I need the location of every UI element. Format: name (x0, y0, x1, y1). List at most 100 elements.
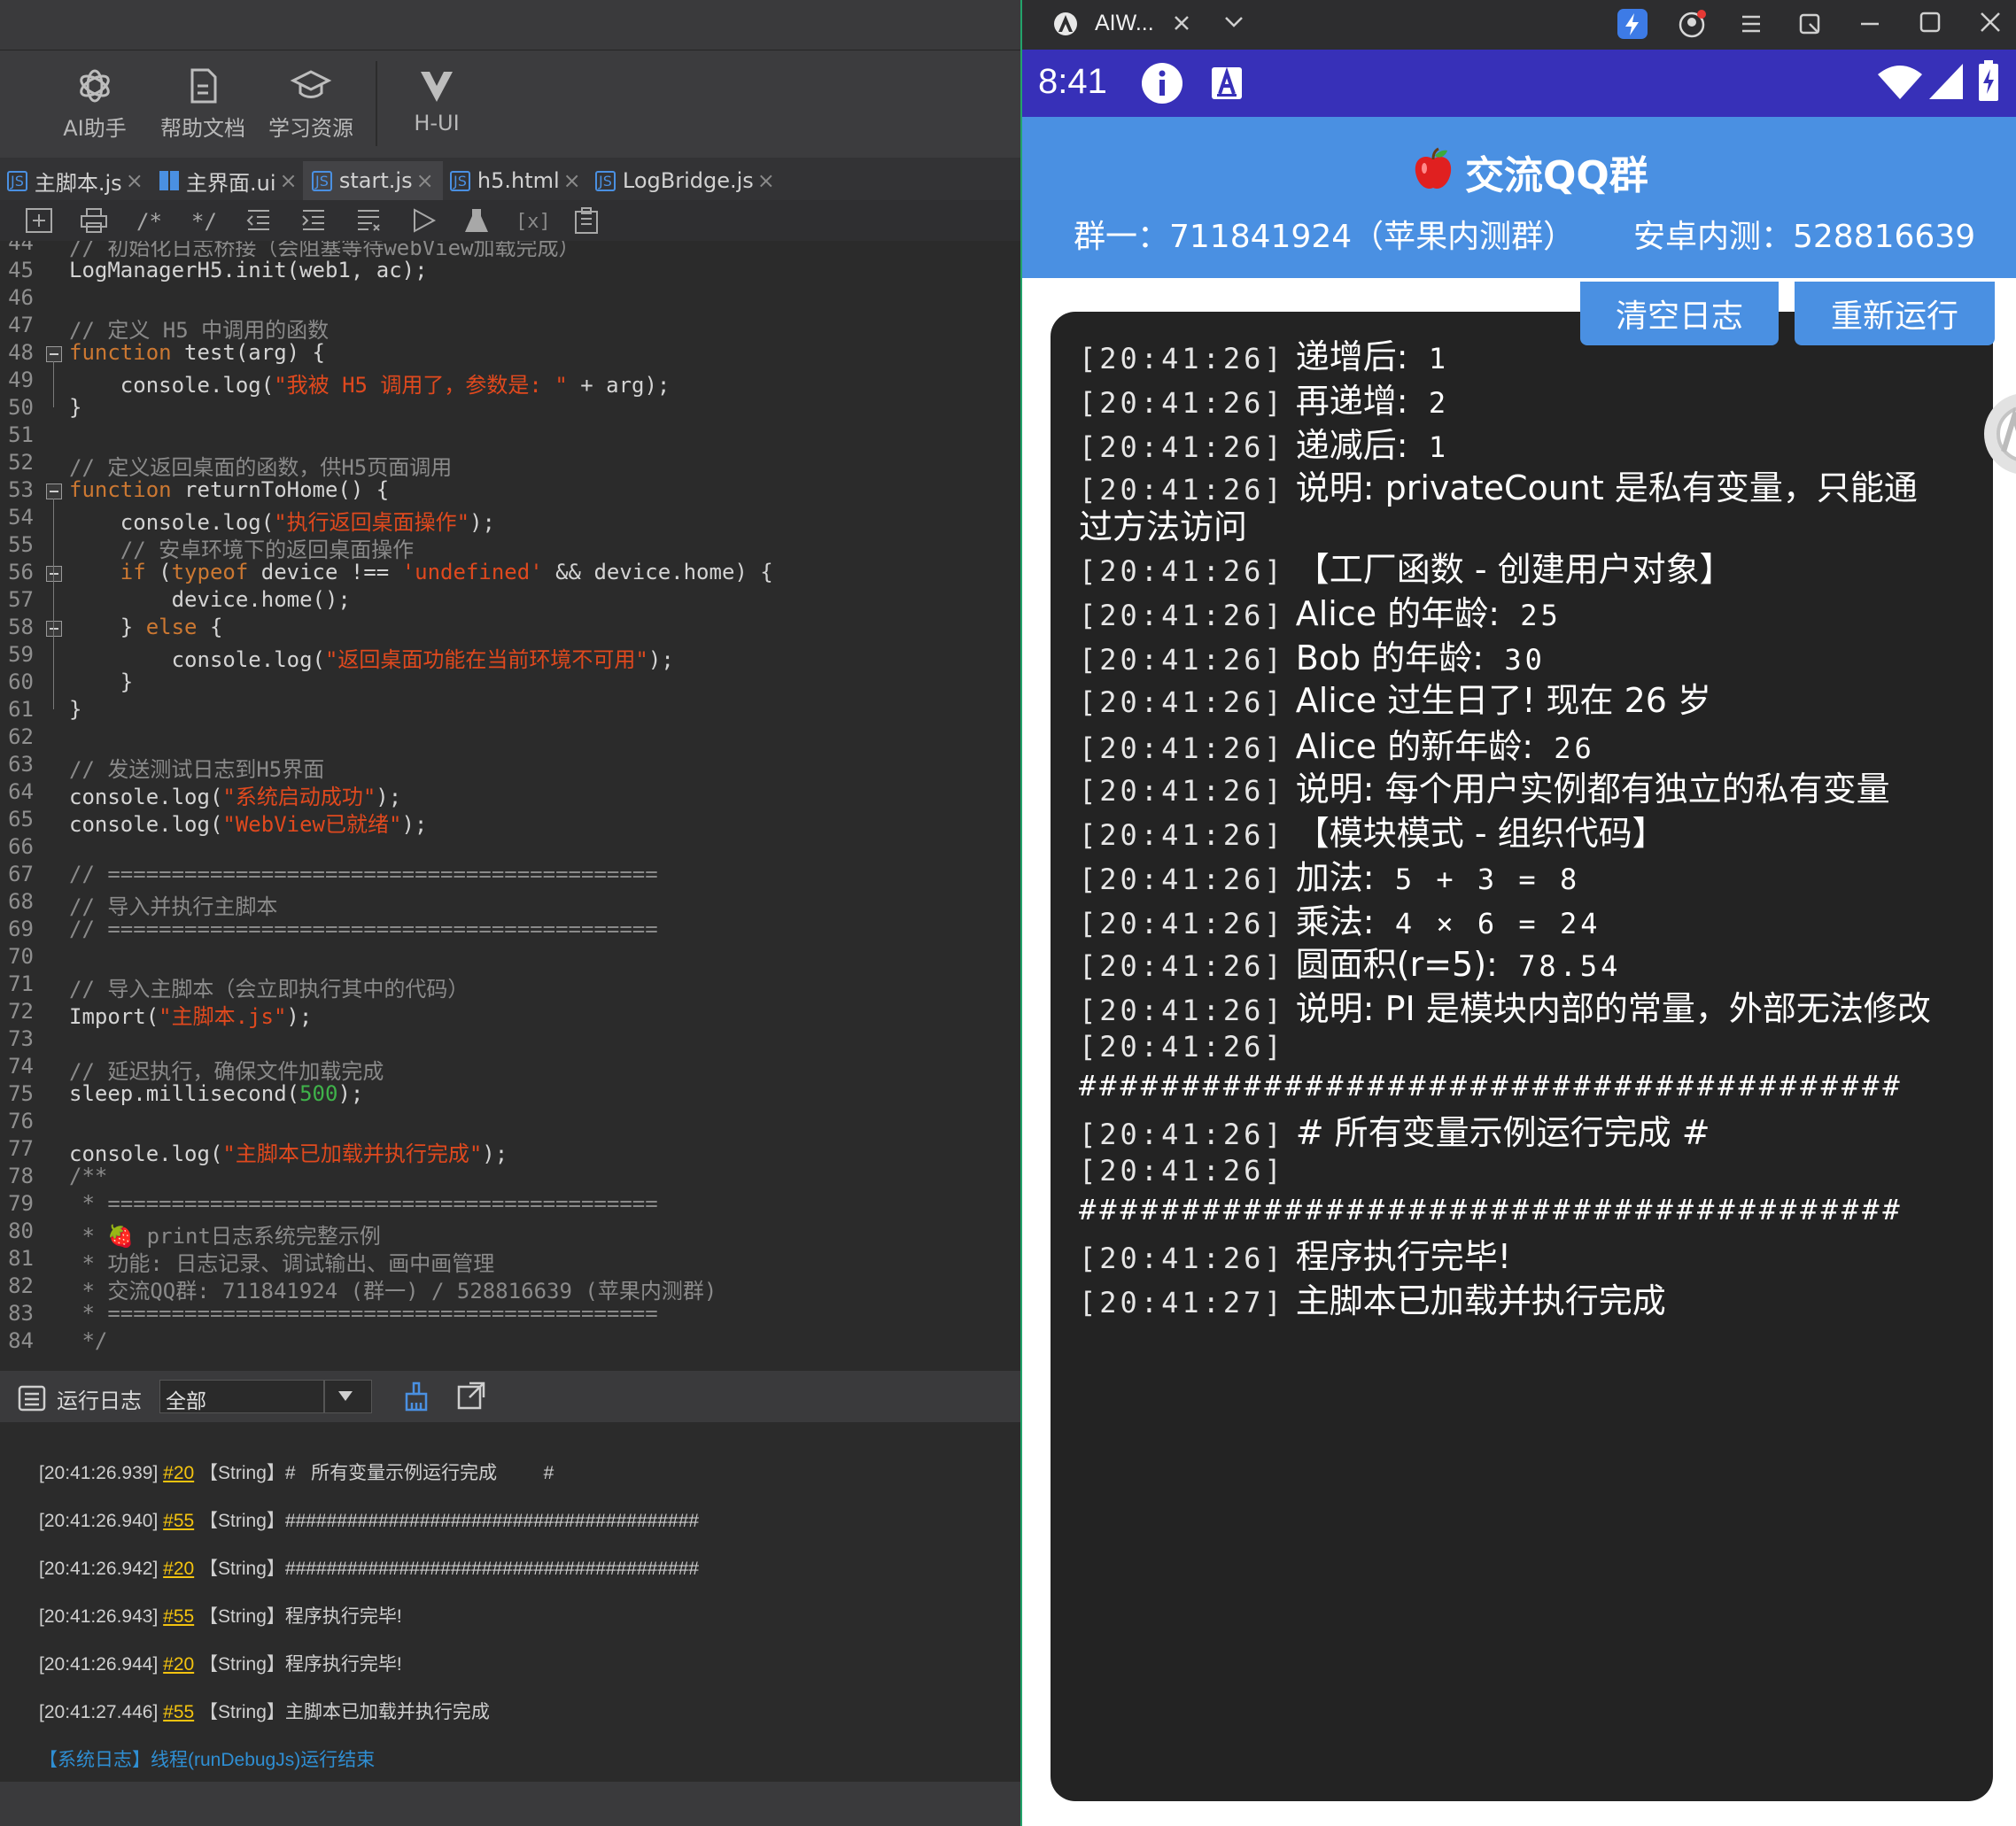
menu-icon[interactable] (1740, 12, 1763, 35)
webview-log-card: [20:41:26] 递增后: 1 [20:41:26] 再递增: 2 [20:41… (1051, 312, 1993, 1801)
log-row: [20:41:26] 加法: 5 + 3 = 8 (1079, 850, 1580, 899)
line-number: 81 (8, 1246, 34, 1271)
tab-logbridge-js[interactable]: JS LogBridge.js × (595, 161, 775, 200)
code-line: 59 console.log("返回桌面功能在当前环境不可用"); (0, 642, 1020, 672)
flash-app-icon[interactable] (1617, 9, 1648, 39)
log-message: Bob 的年龄: (1295, 638, 1485, 677)
close-tab-icon[interactable] (1173, 14, 1190, 32)
line-number: 45 (8, 258, 34, 282)
close-icon[interactable]: × (280, 168, 298, 193)
log-type: 【String】 (199, 1511, 285, 1531)
tab-main-script[interactable]: JS 主脚本.js × (7, 161, 143, 200)
close-icon[interactable]: × (563, 168, 581, 193)
log-timestamp: [20:41:26.944] (39, 1654, 159, 1675)
editor-tabs: JS 主脚本.js × 主界面.ui × JS start.js × JS h5… (0, 158, 1020, 200)
fold-toggle-icon[interactable] (46, 566, 62, 582)
variable-icon[interactable]: [x] (516, 207, 547, 234)
code-text: console.log("返回桌面功能在当前环境不可用"); (69, 647, 674, 672)
clear-log-button[interactable]: 清空日志 (1580, 282, 1779, 345)
code-line: 66 (0, 834, 1020, 862)
line-number: 72 (8, 999, 34, 1024)
maximize-icon[interactable] (1919, 11, 1942, 34)
account-icon[interactable] (1678, 9, 1708, 39)
code-editor[interactable]: 44// 初始化日志桥接（会阻塞等待webView加载完成） 45 LogManag… (0, 241, 1020, 1364)
pin-window-icon[interactable] (1798, 12, 1821, 35)
clear-log-brush-icon[interactable] (402, 1381, 430, 1412)
h-ui-button[interactable]: H-UI (384, 50, 490, 158)
ai-assistant-button[interactable]: AI助手 (42, 50, 148, 158)
floating-ball-icon[interactable] (1981, 390, 2016, 478)
code-text: * 交流QQ群: 711841924 (群一) / 528816639 (苹果内… (69, 1279, 717, 1304)
log-value: 1 (1407, 342, 1450, 375)
line-number: 77 (8, 1136, 34, 1161)
rerun-button[interactable]: 重新运行 (1795, 282, 1995, 345)
log-row: [20:41:26] (1079, 1149, 1296, 1188)
log-entry: [20:41:26.940] #55 【String】#############… (39, 1506, 699, 1533)
log-row: [20:41:26] 圆面积(r=5): 78.54 (1079, 937, 1621, 986)
comment-block-icon[interactable]: /* (135, 207, 163, 234)
code-line: 80 * 🍓 print日志系统完整示例 (0, 1219, 1020, 1249)
tab-start-js[interactable]: JS start.js × (303, 161, 443, 200)
log-filter-select[interactable]: 全部 (159, 1380, 372, 1413)
log-message: 再递增: (1295, 382, 1408, 421)
info-icon (1142, 63, 1182, 104)
window-tab-title[interactable]: AIW... (1095, 11, 1154, 36)
group-one-number: 群一：711841924（苹果内测群） (1074, 219, 1576, 255)
log-source-link[interactable]: #55 (163, 1702, 194, 1722)
line-number: 44 (8, 241, 34, 255)
wifi-icon (1878, 66, 1922, 99)
log-source-link[interactable]: #55 (163, 1511, 194, 1531)
log-source-link[interactable]: #55 (163, 1606, 194, 1627)
fold-guide (53, 361, 54, 407)
log-value: 2 (1407, 386, 1450, 420)
log-source-link[interactable]: #20 (163, 1559, 194, 1579)
log-value: ######################################## (1079, 1193, 1904, 1226)
outdent-icon[interactable] (244, 207, 273, 234)
learning-resources-button[interactable]: 学习资源 (258, 50, 364, 158)
code-text: // 定义返回桌面的函数，供H5页面调用 (69, 455, 453, 480)
fold-toggle-icon[interactable] (46, 621, 62, 637)
clipboard-clear-icon[interactable] (572, 207, 601, 234)
close-icon[interactable]: × (757, 168, 775, 193)
indent-icon[interactable] (299, 207, 328, 234)
code-line: 60 } (0, 669, 1020, 697)
log-value: ######################################## (1079, 1069, 1904, 1103)
format-code-icon[interactable] (354, 207, 383, 234)
log-source-link[interactable]: #20 (163, 1463, 194, 1483)
log-row: [20:41:26] 程序执行完毕! (1079, 1229, 1511, 1278)
close-window-icon[interactable] (1979, 11, 2002, 34)
close-icon[interactable]: × (416, 168, 434, 193)
log-message: 乘法: (1295, 902, 1375, 941)
help-docs-button[interactable]: 帮助文档 (150, 50, 256, 158)
code-text: console.log("主脚本已加载并执行完成"); (69, 1141, 508, 1166)
code-line: 82 * 交流QQ群: 711841924 (群一) / 528816639 (… (0, 1273, 1020, 1304)
code-text: function test(arg) { (69, 340, 325, 365)
log-timestamp: [20:41:26] (1079, 386, 1285, 420)
code-line: 49 console.log("我被 H5 调用了，参数是: " + arg); (0, 368, 1020, 398)
line-number: 83 (8, 1301, 34, 1326)
code-text: } (69, 395, 82, 420)
line-number: 78 (8, 1164, 34, 1188)
close-icon[interactable]: × (126, 168, 143, 193)
chevron-down-icon[interactable] (1224, 16, 1244, 28)
popout-window-icon[interactable] (457, 1381, 485, 1410)
line-number: 57 (8, 587, 34, 612)
ide-bottom-bar (0, 1782, 1020, 1826)
fold-toggle-icon[interactable] (46, 484, 62, 499)
fold-toggle-icon[interactable] (46, 346, 62, 362)
log-message: 程序执行完毕! (284, 1654, 402, 1675)
tab-h5-html[interactable]: JS h5.html × (450, 161, 581, 200)
code-text: } else { (69, 615, 223, 639)
uncomment-block-icon[interactable]: */ (190, 207, 218, 234)
log-message: 递增后: (1295, 337, 1408, 376)
log-source-link[interactable]: #20 (163, 1654, 194, 1675)
log-timestamp: [20:41:26] (1079, 685, 1285, 719)
add-box-icon[interactable] (25, 207, 53, 234)
minimize-icon[interactable] (1858, 12, 1881, 35)
tab-main-ui[interactable]: 主界面.ui × (159, 161, 298, 200)
flask-icon[interactable] (462, 207, 491, 234)
log-timestamp: [20:41:26.940] (39, 1511, 159, 1531)
run-icon[interactable] (409, 207, 438, 234)
code-line: 83 * ===================================… (0, 1301, 1020, 1328)
print-icon[interactable] (80, 207, 108, 234)
